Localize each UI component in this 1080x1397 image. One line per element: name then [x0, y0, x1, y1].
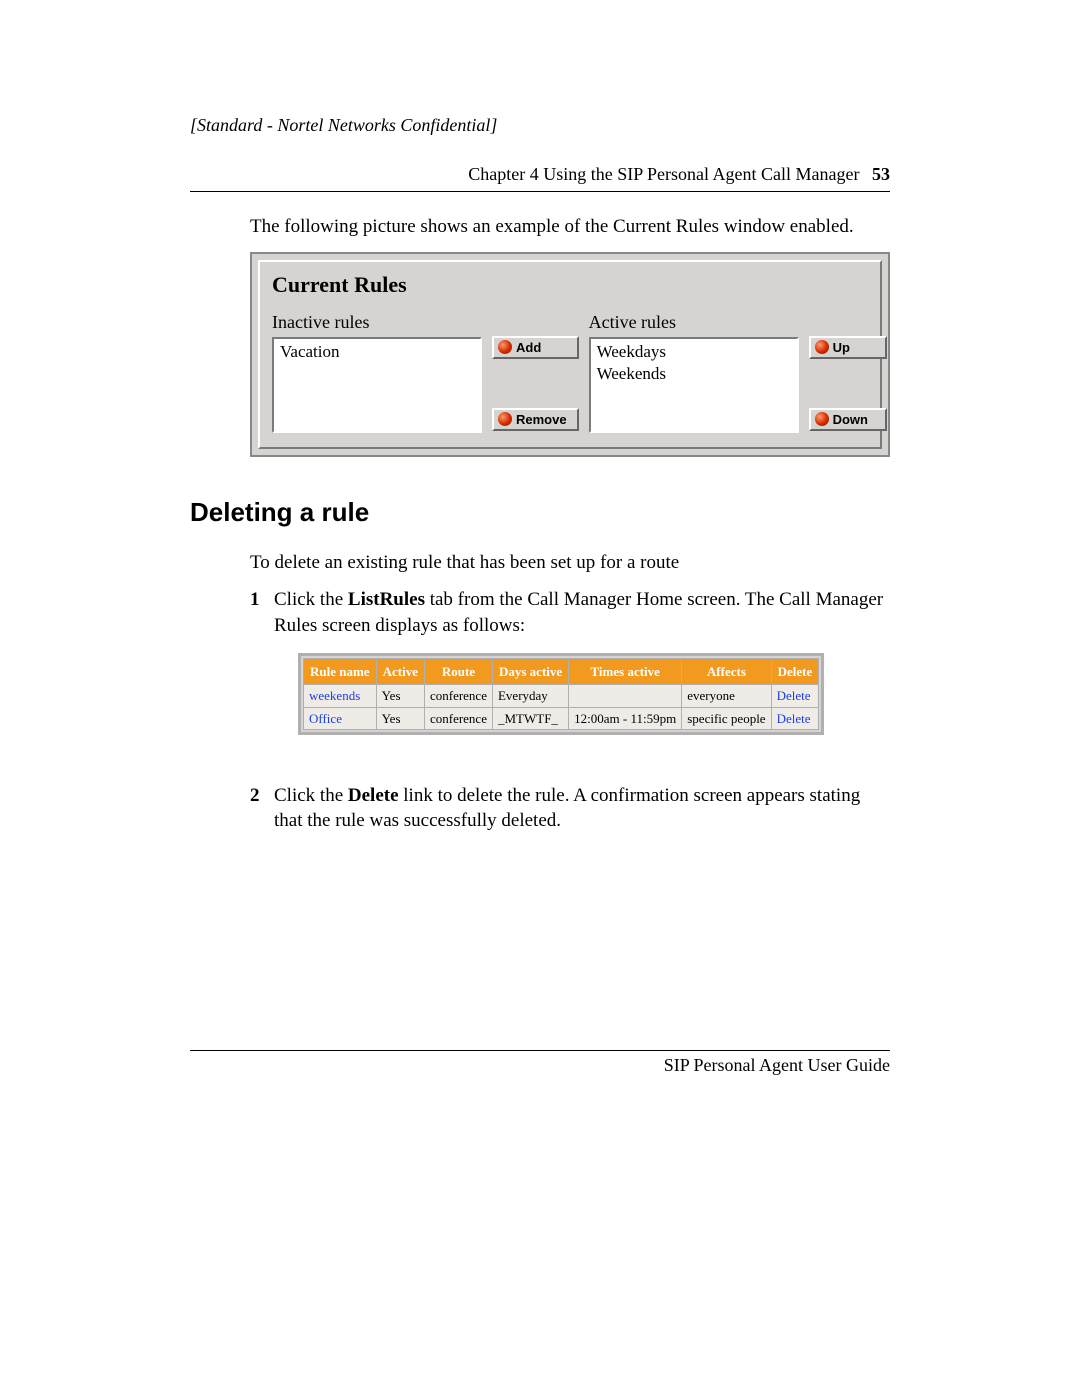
page-content: [Standard - Nortel Networks Confidential…: [190, 115, 890, 856]
cell-times: [569, 685, 682, 708]
bullet-icon: [498, 340, 512, 354]
col-route: Route: [424, 658, 492, 685]
list-item[interactable]: Vacation: [280, 341, 474, 363]
table-header-row: Rule name Active Route Days active Times…: [304, 658, 819, 685]
step1-bold: ListRules: [348, 589, 425, 610]
col-affects: Affects: [682, 658, 771, 685]
bullet-icon: [815, 340, 829, 354]
table-row: Office Yes conference _MTWTF_ 12:00am - …: [304, 707, 819, 730]
panel-title: Current Rules: [272, 272, 868, 298]
current-rules-inner: Current Rules Inactive rules Vacation Ad…: [258, 260, 882, 449]
up-button[interactable]: Up: [809, 336, 887, 359]
delete-link[interactable]: Delete: [777, 688, 811, 703]
remove-button[interactable]: Remove: [492, 408, 579, 431]
page-header: Chapter 4 Using the SIP Personal Agent C…: [190, 164, 890, 192]
bullet-icon: [498, 412, 512, 426]
current-rules-panel: Current Rules Inactive rules Vacation Ad…: [250, 252, 890, 457]
section-heading: Deleting a rule: [190, 497, 890, 528]
confidential-notice: [Standard - Nortel Networks Confidential…: [190, 115, 890, 136]
cell-active: Yes: [376, 707, 424, 730]
add-button-label: Add: [516, 340, 541, 355]
cell-times: 12:00am - 11:59pm: [569, 707, 682, 730]
active-column: Active rules Weekdays Weekends: [589, 312, 799, 433]
chapter-title: Chapter 4 Using the SIP Personal Agent C…: [468, 164, 859, 184]
down-button[interactable]: Down: [809, 408, 887, 431]
add-remove-column: Add Remove: [492, 312, 579, 433]
list-item[interactable]: Weekdays: [597, 341, 791, 363]
page-number: 53: [872, 164, 890, 184]
steps-list: 1 Click the ListRules tab from the Call …: [250, 587, 890, 834]
col-delete: Delete: [771, 658, 819, 685]
intro-paragraph: The following picture shows an example o…: [250, 214, 890, 240]
col-days-active: Days active: [492, 658, 568, 685]
active-label: Active rules: [589, 312, 799, 333]
delete-intro: To delete an existing rule that has been…: [250, 550, 890, 576]
inactive-column: Inactive rules Vacation: [272, 312, 482, 433]
rule-name-link[interactable]: weekends: [309, 688, 360, 703]
step1-pre: Click the: [274, 589, 348, 610]
rules-table-wrap: Rule name Active Route Days active Times…: [298, 653, 824, 736]
step2-bold: Delete: [348, 785, 399, 806]
bullet-icon: [815, 412, 829, 426]
col-active: Active: [376, 658, 424, 685]
cell-days: Everyday: [492, 685, 568, 708]
page-footer: SIP Personal Agent User Guide: [190, 1050, 890, 1076]
col-times-active: Times active: [569, 658, 682, 685]
cell-days: _MTWTF_: [492, 707, 568, 730]
delete-link[interactable]: Delete: [777, 711, 811, 726]
remove-button-label: Remove: [516, 412, 567, 427]
inactive-label: Inactive rules: [272, 312, 482, 333]
up-button-label: Up: [833, 340, 850, 355]
cell-route: conference: [424, 707, 492, 730]
step-number: 1: [250, 587, 260, 613]
down-button-label: Down: [833, 412, 868, 427]
cell-route: conference: [424, 685, 492, 708]
add-button[interactable]: Add: [492, 336, 579, 359]
footer-guide: SIP Personal Agent User Guide: [190, 1050, 890, 1076]
active-rules-listbox[interactable]: Weekdays Weekends: [589, 337, 799, 433]
cell-affects: everyone: [682, 685, 771, 708]
col-rule-name: Rule name: [304, 658, 377, 685]
cell-affects: specific people: [682, 707, 771, 730]
up-down-column: Up Down: [809, 312, 887, 433]
table-row: weekends Yes conference Everyday everyon…: [304, 685, 819, 708]
step-number: 2: [250, 783, 260, 809]
step2-pre: Click the: [274, 785, 348, 806]
rule-name-link[interactable]: Office: [309, 711, 342, 726]
step-2: 2 Click the Delete link to delete the ru…: [250, 783, 890, 834]
cell-active: Yes: [376, 685, 424, 708]
rules-table: Rule name Active Route Days active Times…: [303, 658, 819, 731]
step-1: 1 Click the ListRules tab from the Call …: [250, 587, 890, 761]
inactive-rules-listbox[interactable]: Vacation: [272, 337, 482, 433]
list-item[interactable]: Weekends: [597, 363, 791, 385]
